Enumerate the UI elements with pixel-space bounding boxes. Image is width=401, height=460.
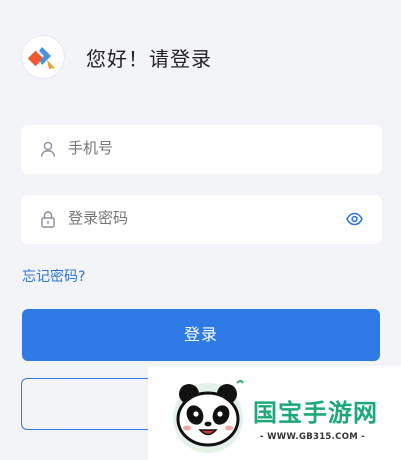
user-icon (40, 141, 56, 157)
panda-logo-icon (173, 380, 244, 453)
app-logo-icon (21, 35, 65, 79)
watermark-url: - WWW.GB315.COM - (260, 432, 366, 442)
password-field[interactable] (21, 195, 382, 244)
forgot-password-link[interactable]: 忘记密码? (22, 266, 85, 286)
watermark-title: 国宝手游网 (253, 399, 378, 427)
eye-icon[interactable] (346, 212, 363, 226)
page-title: 您好！请登录 (86, 47, 212, 71)
login-button[interactable]: 登录 (22, 309, 380, 361)
phone-field[interactable] (21, 125, 382, 174)
watermark: 国宝手游网 - WWW.GB315.COM - (148, 366, 401, 460)
phone-input[interactable] (68, 139, 328, 157)
lock-icon (41, 211, 55, 228)
password-input[interactable] (68, 209, 328, 227)
